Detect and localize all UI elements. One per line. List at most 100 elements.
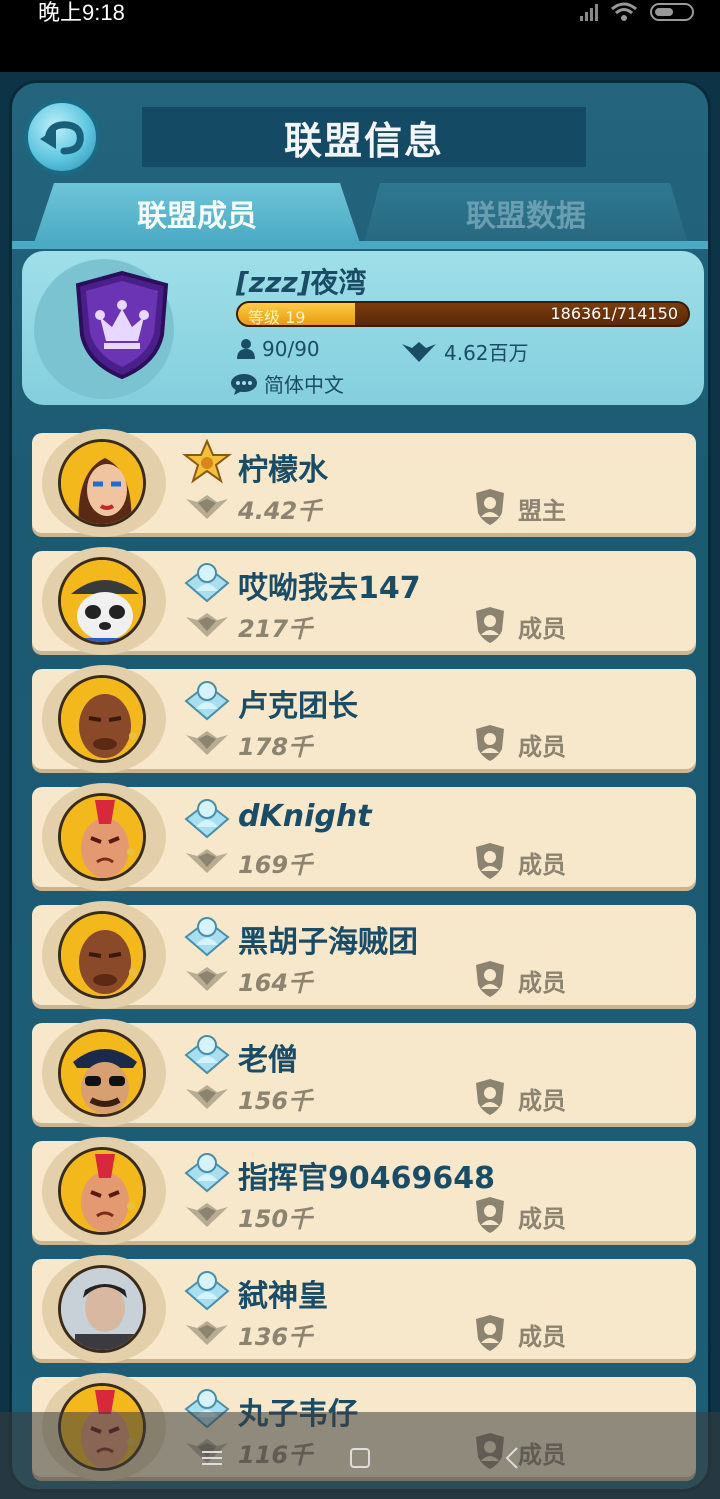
avatar [58,675,146,763]
member-role: 成员 [518,851,566,879]
title-banner: 联盟信息 [142,107,586,167]
wifi-icon [611,2,637,21]
role-shield-icon [476,961,504,997]
role-shield-icon [476,725,504,761]
eagle-power-icon [186,1085,228,1109]
member-role: 盟主 [518,497,566,525]
alliance-panel: 联盟信息 联盟成员 联盟数据 [zzz]夜湾 等级 19 186361/7141… [9,80,711,1492]
back-chevron-icon [505,1447,518,1469]
member-name: 哎呦我去147 [238,571,421,606]
member-name: 卢克团长 [238,689,358,724]
status-time: 晚上9:18 [38,0,125,25]
home-square-icon [350,1448,370,1468]
member-row[interactable]: dKnight 169千 成员 [32,783,696,891]
member-row[interactable]: 指挥官90469648 150千 成员 [32,1137,696,1245]
role-shield-icon [476,1315,504,1351]
avatar [58,1147,146,1235]
member-rank-icon [184,563,230,603]
member-count-row: 90/90 [236,337,320,361]
chat-bubble-icon [231,373,257,395]
member-rank-icon [184,681,230,721]
member-name: 指挥官90469648 [238,1161,495,1196]
member-row[interactable]: 老僧 156千 成员 [32,1019,696,1127]
avatar [58,1265,146,1353]
eagle-power-icon [402,341,436,362]
member-rank-icon [184,1271,230,1311]
tab-members-label: 联盟成员 [137,199,257,234]
home-nav-button[interactable] [340,1438,380,1478]
tab-data-label: 联盟数据 [466,199,586,234]
eagle-power-icon [186,849,228,873]
tab-members[interactable]: 联盟成员 [34,183,360,243]
game-frame: 联盟信息 联盟成员 联盟数据 [zzz]夜湾 等级 19 186361/7141… [0,72,720,1499]
menu-nav-button[interactable] [192,1438,232,1478]
eagle-power-icon [186,967,228,991]
role-shield-icon [476,1197,504,1233]
crown-shield-icon [75,271,169,379]
alliance-name: [zzz]夜湾 [236,261,367,301]
member-power: 217千 [238,615,313,643]
member-row[interactable]: 哎呦我去147 217千 成员 [32,547,696,655]
alliance-power-row: 4.62百万 [400,337,529,366]
member-power: 4.42千 [238,497,322,525]
avatar [58,1029,146,1117]
tab-data[interactable]: 联盟数据 [364,183,688,243]
alliance-level: 等级 19 [248,308,306,327]
avatar [58,793,146,881]
alliance-name-text: 夜湾 [310,266,367,299]
member-rank-icon [184,799,230,839]
member-rank-icon [184,1035,230,1075]
back-button[interactable] [24,99,100,175]
role-shield-icon [476,607,504,643]
alliance-language: 简体中文 [264,373,344,397]
eagle-power-icon [186,731,228,755]
person-icon [237,339,255,359]
status-icons [580,2,694,22]
signal-icon [580,3,598,21]
member-power: 164千 [238,969,313,997]
eagle-power-icon [186,1321,228,1345]
alliance-summary-card: [zzz]夜湾 等级 19 186361/714150 90/90 4.62百万 [22,251,704,405]
member-rank-icon [184,917,230,957]
member-name: 柠檬水 [238,453,328,488]
member-power: 169千 [238,851,313,879]
member-name: 老僧 [238,1043,298,1078]
menu-icon [202,1451,222,1465]
language-row: 简体中文 [230,369,344,398]
member-power: 150千 [238,1205,313,1233]
member-count: 90/90 [262,337,320,361]
avatar [58,439,146,527]
member-name: 弑神皇 [238,1279,328,1314]
return-arrow-icon [40,121,84,155]
page-title: 联盟信息 [283,118,444,163]
member-name: dKnight [238,799,372,834]
status-bar: 晚上9:18 [0,0,720,72]
role-shield-icon [476,843,504,879]
alliance-tag: [zzz] [236,266,311,299]
member-role: 成员 [518,1087,566,1115]
role-shield-icon [476,1079,504,1115]
alliance-xp-value: 186361/714150 [550,304,678,323]
member-row[interactable]: 柠檬水 4.42千 盟主 [32,429,696,537]
member-power: 156千 [238,1087,313,1115]
member-role: 成员 [518,615,566,643]
role-shield-icon [476,489,504,525]
member-row[interactable]: 卢克团长 178千 成员 [32,665,696,773]
alliance-power: 4.62百万 [444,341,529,365]
leader-star-icon [182,439,232,484]
tab-underline [12,241,708,249]
member-power: 178千 [238,733,313,761]
alliance-xp-bar: 等级 19 186361/714150 [236,301,690,327]
eagle-power-icon [186,613,228,637]
back-nav-button[interactable] [492,1438,532,1478]
member-row[interactable]: 黑胡子海贼团 164千 成员 [32,901,696,1009]
member-row[interactable]: 弑神皇 136千 成员 [32,1255,696,1363]
member-role: 成员 [518,969,566,997]
battery-icon [650,3,694,21]
system-nav-bar [0,1412,720,1499]
eagle-power-icon [186,1203,228,1227]
avatar [58,557,146,645]
member-role: 成员 [518,1323,566,1351]
member-power: 136千 [238,1323,313,1351]
member-name: 黑胡子海贼团 [238,925,418,960]
